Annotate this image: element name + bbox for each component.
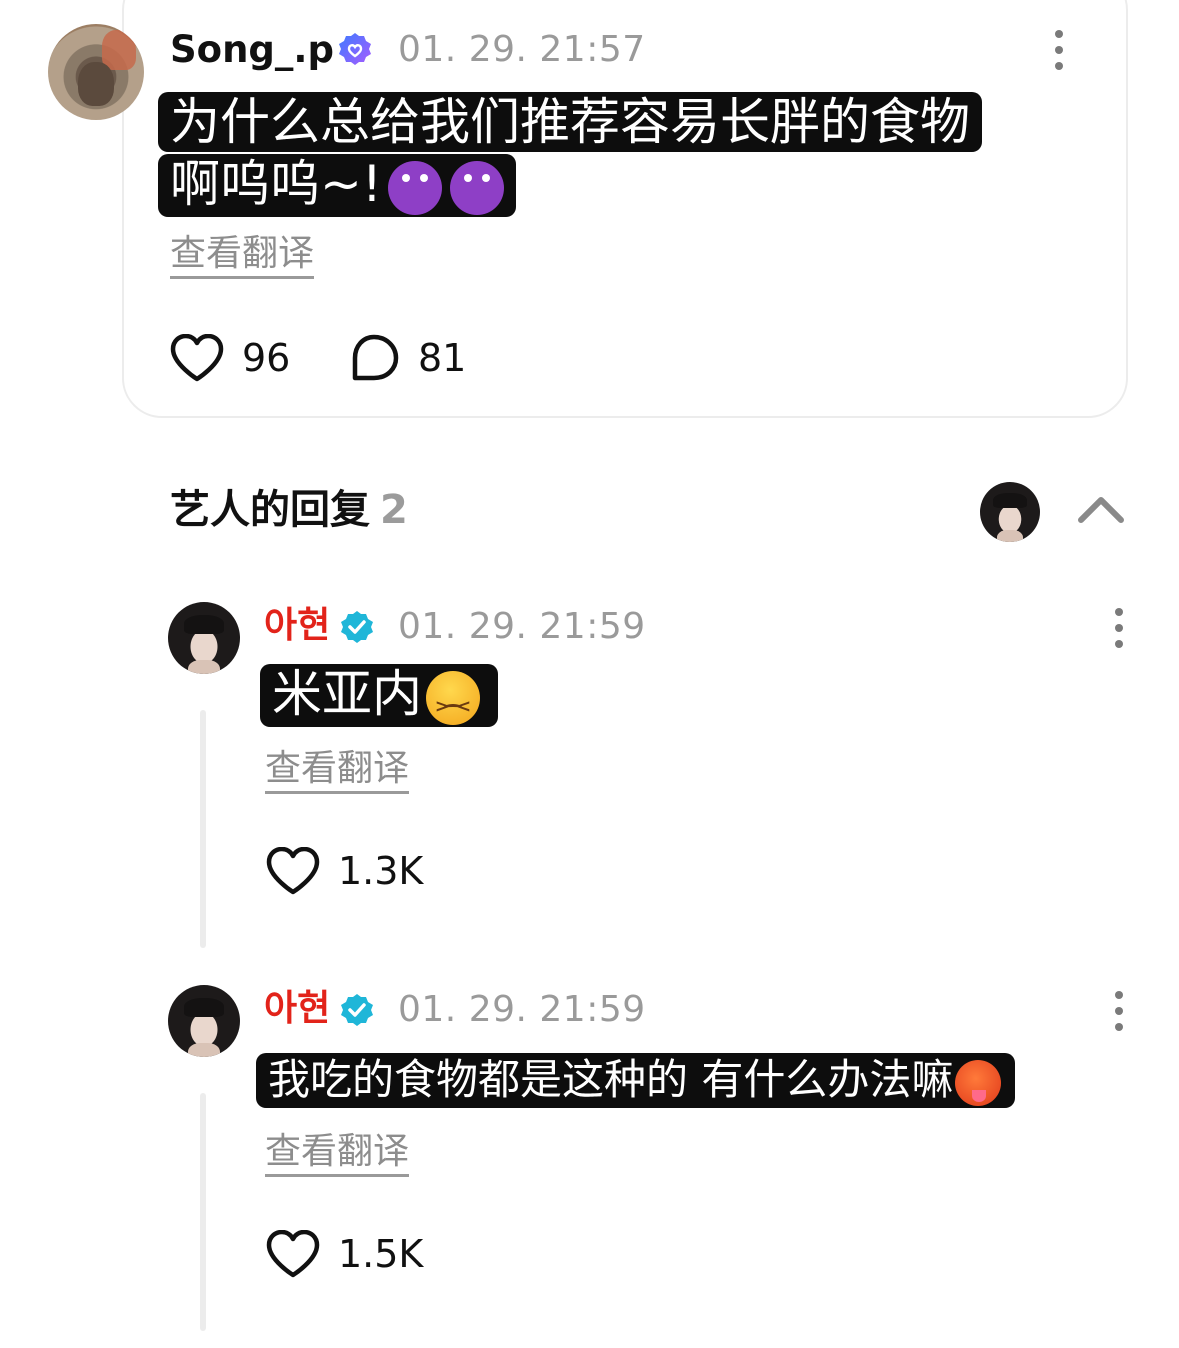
reply-like-button[interactable]: 1.5K: [266, 1230, 423, 1278]
reply-username[interactable]: 아현: [264, 991, 330, 1027]
artist-avatar-small: [980, 482, 1040, 542]
verified-badge-icon: [341, 994, 373, 1026]
heart-icon: [266, 1230, 320, 1278]
post-like-count: 96: [242, 336, 291, 380]
persevering-face-emoji-icon: [426, 670, 480, 735]
heart-icon: [266, 847, 320, 895]
post-text-line-2: 啊呜呜~!: [158, 154, 516, 217]
reply-text: 米亚内: [260, 664, 498, 735]
reply-username[interactable]: 아현: [264, 608, 330, 644]
reply-text-content: 米亚内: [272, 665, 422, 723]
post-text: 为什么总给我们推荐容易长胖的食物 啊呜呜~!: [158, 92, 982, 217]
verified-badge-icon: [341, 611, 373, 643]
verified-badge-icon: [339, 33, 371, 65]
reply-avatar[interactable]: [168, 985, 240, 1057]
reply-timestamp: 01. 29. 21:59: [398, 606, 646, 647]
artist-replies-count: 2: [380, 487, 408, 533]
chevron-up-icon[interactable]: [1076, 492, 1126, 526]
reply-timestamp: 01. 29. 21:59: [398, 989, 646, 1030]
hot-face-emoji-icon: [955, 1059, 1002, 1106]
comment-bubble-icon: [352, 334, 399, 381]
heart-icon: [170, 334, 224, 382]
post-like-button[interactable]: 96: [170, 334, 290, 382]
reply-text-line: 我吃的食物都是这种的 有什么办法嘛: [256, 1053, 1016, 1108]
reply-like-button[interactable]: 1.3K: [266, 847, 423, 895]
smiling-devil-emoji-icon: [449, 160, 504, 215]
artist-replies-title: 艺人的回复: [170, 487, 370, 533]
fan-avatar[interactable]: [48, 24, 144, 120]
reply-avatar[interactable]: [168, 602, 240, 674]
thread-line: [200, 1093, 206, 1331]
reply-translate-link[interactable]: 查看翻译: [265, 1134, 410, 1177]
thread-line: [200, 710, 206, 948]
artist-replies-header: 艺人的回复 2: [170, 490, 408, 530]
reply-translate-link[interactable]: 查看翻译: [265, 751, 410, 794]
reply-like-count: 1.3K: [338, 849, 424, 893]
post-text-line-2-content: 啊呜呜~!: [170, 155, 382, 213]
post-text-line-1: 为什么总给我们推荐容易长胖的食物: [158, 92, 982, 152]
post-comment-button[interactable]: 81: [350, 334, 466, 382]
reply-more-options-icon[interactable]: [1114, 608, 1124, 648]
smiling-devil-emoji-icon: [387, 160, 442, 215]
reply-text-line: 米亚内: [260, 664, 498, 735]
post-comment-count: 81: [418, 336, 467, 380]
reply-more-options-icon[interactable]: [1114, 991, 1124, 1031]
post-translate-link[interactable]: 查看翻译: [170, 236, 315, 279]
reply-text: 我吃的食物都是这种的 有什么办法嘛: [256, 1053, 1016, 1108]
post-more-options-icon[interactable]: [1054, 30, 1064, 70]
reply-text-content: 我吃的食物都是这种的 有什么办法嘛: [268, 1055, 954, 1104]
post-timestamp: 01. 29. 21:57: [398, 29, 646, 70]
reply-like-count: 1.5K: [338, 1232, 424, 1276]
fan-username[interactable]: Song_.p: [170, 31, 334, 68]
